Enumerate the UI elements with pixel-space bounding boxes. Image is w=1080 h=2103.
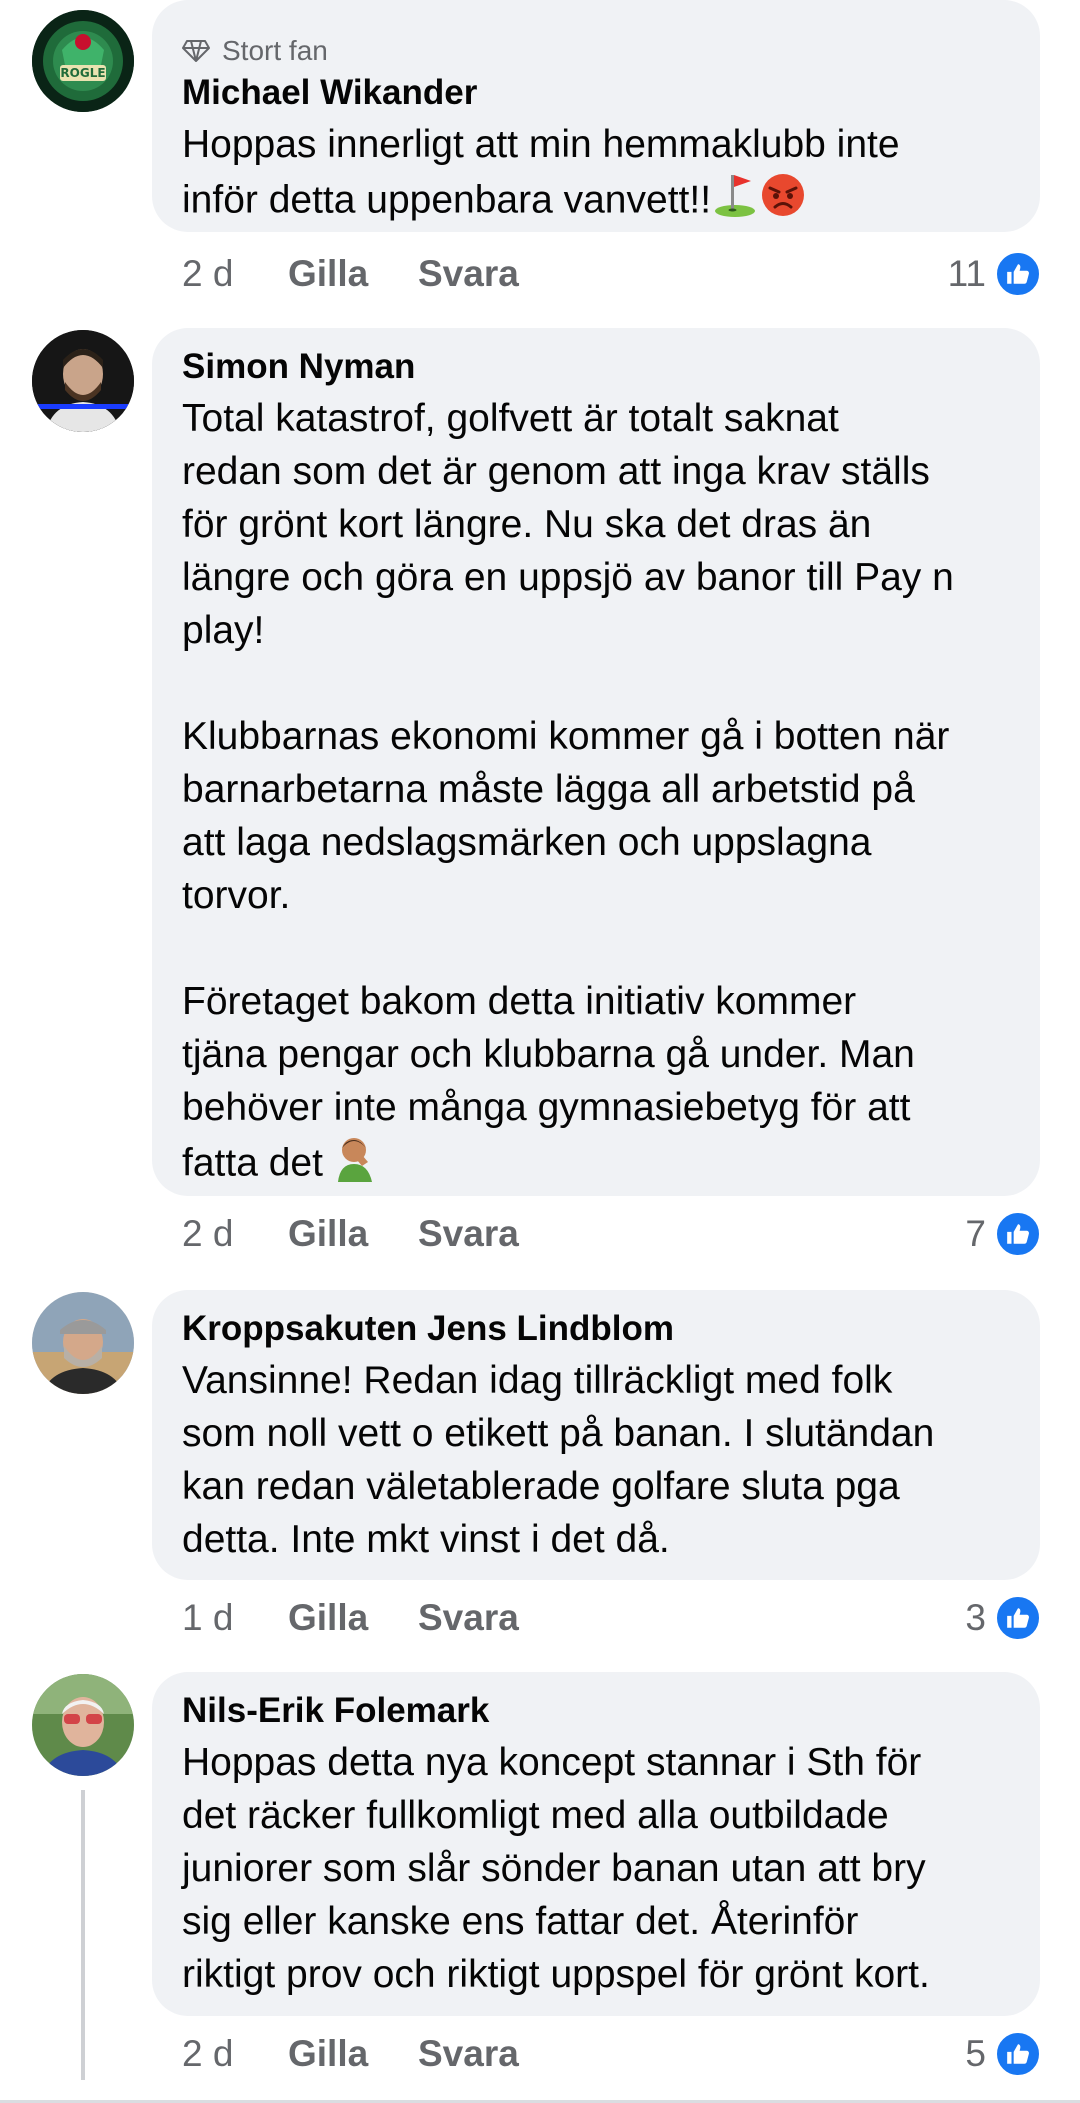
comment-actions: 1 d Gilla Svara [182, 1588, 519, 1648]
badge-label: Stort fan [222, 35, 328, 66]
comment-actions: 2 d Gilla Svara [182, 244, 519, 304]
reaction-number: 5 [965, 2033, 986, 2074]
comment-text: Vansinne! Redan idag tillräckligt med fo… [182, 1359, 935, 1561]
comment-text: Total katastrof, golfvett är totalt sakn… [182, 392, 1010, 1196]
reaction-count[interactable]: 5 [965, 2024, 1042, 2084]
profile-photo [32, 330, 134, 432]
reply-thread-line [81, 1790, 85, 2080]
comment-bubble: Nils-Erik Folemark Hoppas detta nya konc… [152, 1672, 1040, 2016]
svg-text:ROGLE: ROGLE [60, 66, 105, 80]
timestamp[interactable]: 2 d [182, 253, 288, 295]
thumbs-up-icon [994, 1210, 1042, 1258]
comment-text: Hoppas detta nya koncept stannar i Sth f… [182, 1741, 930, 1996]
comment-bubble: Kroppsakuten Jens Lindblom Vansinne! Red… [152, 1290, 1040, 1580]
timestamp[interactable]: 2 d [182, 2033, 288, 2075]
avatar[interactable] [32, 1292, 134, 1394]
rogle-logo-avatar: ROGLE [32, 10, 134, 112]
reaction-number: 3 [965, 1597, 986, 1638]
reply-button[interactable]: Svara [418, 2033, 519, 2075]
thumbs-up-icon [994, 1594, 1042, 1642]
thumbs-up-icon [994, 250, 1042, 298]
facepalm-emoji [334, 1134, 380, 1196]
thumbs-up-icon [994, 2030, 1042, 2078]
avatar[interactable] [32, 1674, 134, 1776]
avatar[interactable]: ROGLE [32, 10, 134, 112]
comment-text: Hoppas innerligt att min hemmaklubb inte… [182, 118, 1010, 233]
comment-bubble: Stort fan Michael Wikander Hoppas innerl… [152, 0, 1040, 232]
timestamp[interactable]: 2 d [182, 1213, 288, 1255]
reaction-number: 11 [947, 253, 986, 294]
profile-photo [32, 1674, 134, 1776]
comment-actions: 2 d Gilla Svara [182, 1204, 519, 1264]
like-button[interactable]: Gilla [288, 253, 418, 295]
timestamp[interactable]: 1 d [182, 1597, 288, 1639]
profile-photo [32, 1292, 134, 1394]
commenter-name[interactable]: Michael Wikander [182, 72, 1010, 114]
diamond-icon [182, 40, 210, 62]
commenter-name[interactable]: Kroppsakuten Jens Lindblom [182, 1308, 1010, 1350]
reaction-count[interactable]: 11 [948, 244, 1042, 304]
commenter-name[interactable]: Simon Nyman [182, 346, 1010, 388]
avatar[interactable] [32, 330, 134, 432]
reply-button[interactable]: Svara [418, 1597, 519, 1639]
commenter-name[interactable]: Nils-Erik Folemark [182, 1690, 1010, 1732]
golf-flag-emoji [711, 171, 759, 233]
like-button[interactable]: Gilla [288, 1213, 418, 1255]
like-button[interactable]: Gilla [288, 1597, 418, 1639]
reply-button[interactable]: Svara [418, 1213, 519, 1255]
like-button[interactable]: Gilla [288, 2033, 418, 2075]
comment-bubble: Simon Nyman Total katastrof, golfvett är… [152, 328, 1040, 1196]
comment-actions: 2 d Gilla Svara [182, 2024, 519, 2084]
reaction-count[interactable]: 7 [965, 1204, 1042, 1264]
reaction-count[interactable]: 3 [965, 1588, 1042, 1648]
reaction-number: 7 [965, 1213, 986, 1254]
top-fan-badge: Stort fan [182, 34, 1010, 68]
angry-face-emoji [759, 171, 807, 233]
reply-button[interactable]: Svara [418, 253, 519, 295]
